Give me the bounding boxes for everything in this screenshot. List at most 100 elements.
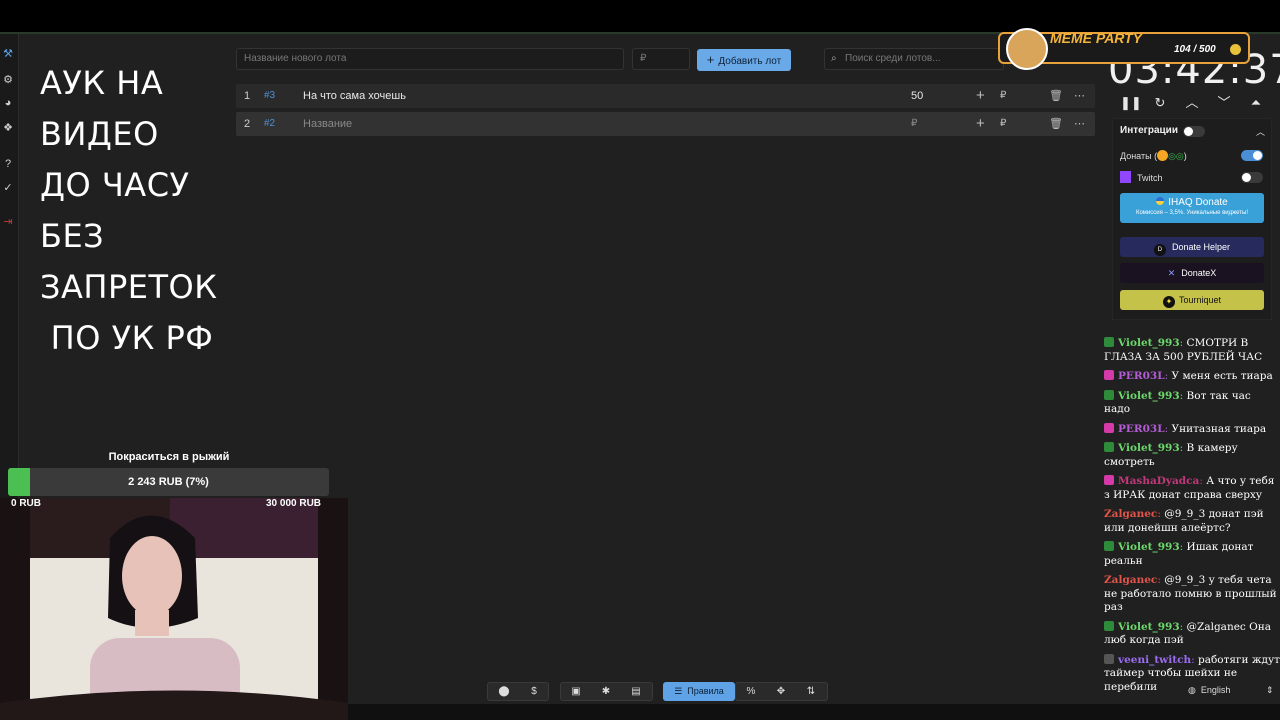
chat-author[interactable]: Violet_993 <box>1118 621 1180 633</box>
lot-number: 1 <box>244 90 251 102</box>
chat-author[interactable]: Zalganec <box>1104 574 1157 586</box>
move-icon[interactable]: ✥ <box>767 683 795 700</box>
twitch-label: Twitch <box>1137 173 1163 183</box>
save-icon[interactable]: ▣ <box>562 683 590 700</box>
currency-icon[interactable]: ₽ <box>1000 112 1006 136</box>
collapse-icon[interactable]: ︿ <box>1256 125 1265 138</box>
lot-row[interactable]: 2 #2 Название ₽ + ₽ 🗑 ⋯ <box>236 112 1095 136</box>
pie-chart-icon[interactable]: ◕ <box>2 97 14 109</box>
goal-value: 2 243 RUB (7%) <box>128 476 209 488</box>
trash-icon[interactable]: 🗑 <box>1049 84 1063 108</box>
chat-author[interactable]: PER03L <box>1118 370 1165 382</box>
chat-colon: : <box>1164 370 1172 382</box>
donate-helper-button[interactable]: D Donate Helper <box>1120 237 1264 257</box>
chat-badge-icon <box>1104 337 1114 347</box>
language-selector[interactable]: ◍ English ⇕ <box>1188 682 1278 699</box>
gear-icon[interactable]: ⚙ <box>2 74 14 86</box>
overlay-line: ПО УК РФ <box>40 319 214 357</box>
plus-icon: + <box>706 52 715 67</box>
donate-toggle[interactable] <box>1241 150 1263 161</box>
trash-icon[interactable]: 🗑 <box>1049 112 1063 136</box>
add-lot-button[interactable]: + Добавить лот <box>697 49 791 71</box>
overlay-line: ВИДЕО <box>40 115 159 153</box>
chat-message: Violet_993: Ишак донат реальн <box>1104 541 1280 568</box>
bug-icon[interactable]: ✱ <box>592 683 620 700</box>
lot-amount-input[interactable]: ₽ <box>632 48 690 70</box>
rules-icon: ☰ <box>674 686 683 696</box>
chat-colon: : <box>1191 653 1198 666</box>
integrations-toggle[interactable] <box>1183 126 1205 137</box>
shield-icon[interactable]: ✓ <box>2 182 14 194</box>
dollar-icon[interactable]: $ <box>520 683 548 700</box>
plus-icon[interactable]: + <box>976 112 985 136</box>
window-top-bar <box>0 0 1280 32</box>
lot-number: 2 <box>244 118 251 130</box>
chat-colon: : <box>1164 422 1172 435</box>
donate-label-end: ) <box>1183 151 1187 161</box>
banner-title: MEME PARTY <box>1050 30 1143 46</box>
plus-icon[interactable]: + <box>976 84 985 108</box>
toolbar-group-view: % ✥ ⇅ <box>735 682 828 701</box>
chat-badge-icon <box>1104 389 1114 400</box>
overlay-line: БЕЗ <box>40 217 105 255</box>
lot-name[interactable]: Название <box>303 112 352 136</box>
chevron-up-icon[interactable]: ︿ <box>1184 95 1200 111</box>
tourniquet-button[interactable]: ✦ Tourniquet <box>1120 290 1264 310</box>
help-icon[interactable]: ? <box>2 158 14 170</box>
donatex-button[interactable]: ✕ DonateX <box>1120 263 1264 283</box>
sort-icon[interactable]: ⇅ <box>797 683 825 700</box>
logout-icon[interactable]: ⇥ <box>2 216 14 228</box>
chat-author[interactable]: Zalganec <box>1104 508 1157 520</box>
chat-author[interactable]: Violet_993 <box>1118 390 1180 402</box>
lot-row[interactable]: 1 #3 На что сама хочешь 50 + ₽ 🗑 ⋯ <box>236 84 1095 108</box>
rules-button[interactable]: ☰ Правила <box>663 682 735 701</box>
tourniquet-label: Tourniquet <box>1178 295 1222 305</box>
chevron-down-icon[interactable]: ﹀ <box>1216 95 1232 111</box>
lot-id[interactable]: #3 <box>264 84 275 108</box>
ihaq-subtitle: Комиссия – 3,5%. Уникальные виджеты! <box>1135 210 1249 216</box>
donate-label: Донаты ( <box>1120 151 1158 161</box>
lot-amount[interactable]: 50 <box>911 84 923 108</box>
twitch-toggle[interactable] <box>1241 172 1263 183</box>
currency-icon[interactable]: ₽ <box>1000 84 1006 108</box>
pause-icon[interactable]: ❚❚ <box>1120 95 1142 111</box>
double-up-icon[interactable]: ⏶ <box>1248 95 1264 111</box>
lot-name[interactable]: На что сама хочешь <box>303 84 406 108</box>
language-label: English <box>1200 685 1231 695</box>
restart-icon[interactable]: ↻ <box>1152 95 1168 111</box>
layers-icon[interactable]: ❖ <box>2 122 14 134</box>
banner-progress: 104 / 500 <box>1174 44 1216 55</box>
more-icon[interactable]: ⋯ <box>1074 112 1085 136</box>
chat-badge-icon <box>1104 541 1114 551</box>
chat-author[interactable]: Violet_993 <box>1118 541 1180 553</box>
chat-badge-icon <box>1104 370 1114 380</box>
twitch-icon <box>1120 171 1131 183</box>
chat-author[interactable]: MashaDyadca <box>1118 475 1199 487</box>
search-icon: ⌕ <box>831 53 837 64</box>
search-placeholder: Поиск среди лотов... <box>845 53 941 64</box>
lot-search-input[interactable]: ⌕ Поиск среди лотов... <box>824 48 1004 70</box>
lot-name-input[interactable]: Название нового лота <box>236 48 624 70</box>
ukraine-flag-icon <box>1156 197 1165 205</box>
chat-author[interactable]: Violet_993 <box>1118 442 1180 454</box>
coin-icon <box>1230 44 1241 55</box>
lot-amount[interactable]: ₽ <box>911 112 917 136</box>
chat-badge-icon <box>1104 422 1114 433</box>
ihaq-donate-button[interactable]: IHAQ Donate Комиссия – 3,5%. Уникальные … <box>1120 193 1264 223</box>
globe-icon: ◍ <box>1188 685 1196 695</box>
percent-icon[interactable]: % <box>737 683 765 700</box>
integrations-title: Интеграции <box>1120 125 1178 136</box>
lot-id[interactable]: #2 <box>264 112 275 136</box>
chat-author[interactable]: PER03L <box>1118 423 1165 435</box>
chat-author[interactable]: Violet_993 <box>1118 337 1180 349</box>
chat-badge-icon <box>1104 653 1114 664</box>
chat-message: Violet_993: В камеру смотреть <box>1104 442 1280 469</box>
hammer-icon[interactable]: ⚒ <box>2 48 14 60</box>
stream-overlay-text: АУК НА ВИДЕО ДО ЧАСУ БЕЗ ЗАПРЕТОК ПО УК … <box>40 58 240 364</box>
clear-icon[interactable]: ▤ <box>622 683 650 700</box>
github-icon[interactable]: ⬤ <box>490 683 518 700</box>
chat-author[interactable]: veeni_twitch <box>1118 654 1191 666</box>
goal-progress-bar: 2 243 RUB (7%) <box>8 468 329 496</box>
rules-label: Правила <box>687 686 724 696</box>
more-icon[interactable]: ⋯ <box>1074 84 1085 108</box>
